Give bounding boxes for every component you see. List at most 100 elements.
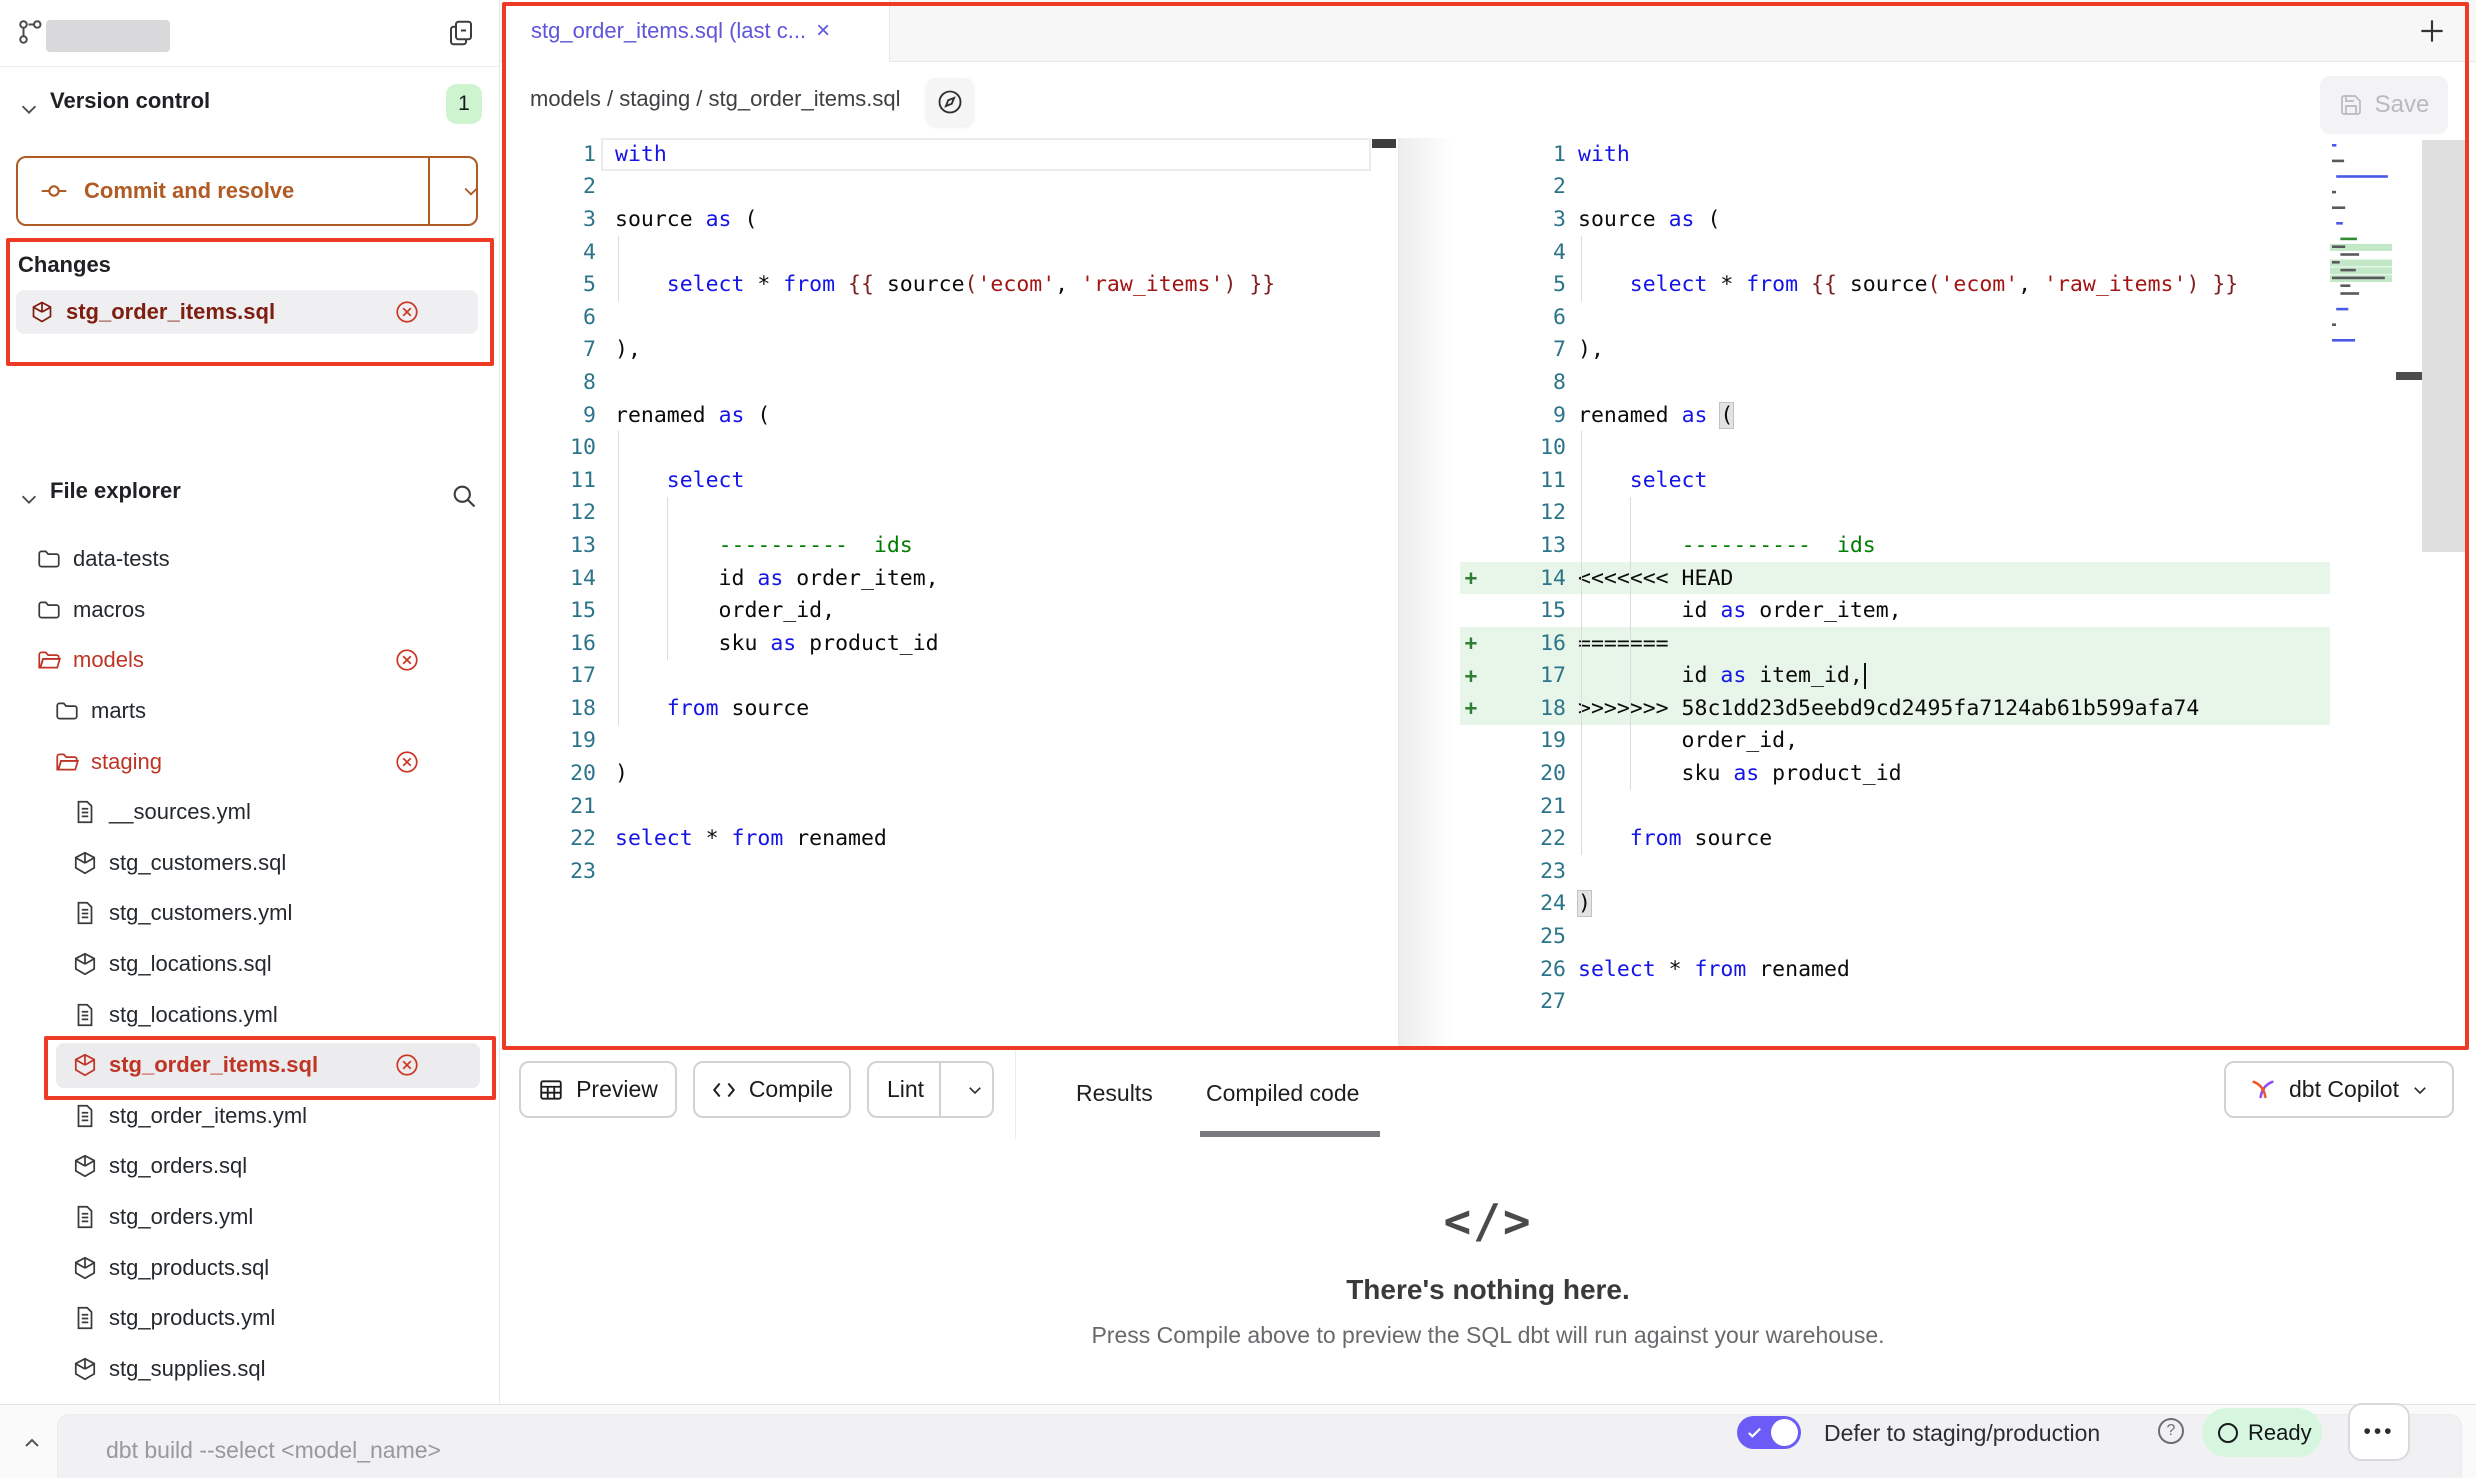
code-line-9[interactable]: 9renamed as ( bbox=[505, 399, 1398, 432]
save-button[interactable]: Save bbox=[2320, 76, 2448, 134]
file-row-stg_locations.yml[interactable]: stg_locations.yml bbox=[0, 989, 500, 1040]
lint-options-chevron-icon[interactable] bbox=[953, 1063, 997, 1116]
code-line-26[interactable]: 26select * from renamed bbox=[1460, 953, 2476, 986]
code-pane-right[interactable]: 1with23source as (45 select * from {{ so… bbox=[1460, 138, 2476, 1018]
code-line-6[interactable]: 6 bbox=[505, 301, 1398, 334]
code-line-16[interactable]: 16 sku as product_id bbox=[505, 627, 1398, 660]
lint-button[interactable]: Lint bbox=[867, 1061, 994, 1118]
file-row-stg_orders.yml[interactable]: stg_orders.yml bbox=[0, 1192, 500, 1243]
code-line-17[interactable]: 17 bbox=[505, 660, 1398, 693]
dbt-copilot-button[interactable]: dbt Copilot bbox=[2224, 1061, 2454, 1118]
discard-change-icon[interactable] bbox=[394, 647, 420, 673]
code-line-13[interactable]: 13 ---------- ids bbox=[1460, 529, 2476, 562]
file-row-stg_locations.sql[interactable]: stg_locations.sql bbox=[0, 939, 500, 990]
tab-stg-order-items[interactable]: stg_order_items.sql (last c... × bbox=[505, 0, 890, 62]
code-line-27[interactable]: 27 bbox=[1460, 985, 2476, 1018]
new-tab-plus-icon[interactable] bbox=[2416, 15, 2448, 47]
code-line-8[interactable]: 8 bbox=[505, 366, 1398, 399]
file-row-stg_products.sql[interactable]: stg_products.sql bbox=[0, 1242, 500, 1293]
chevron-up-icon[interactable] bbox=[20, 1431, 44, 1455]
tab-compiled-code[interactable]: Compiled code bbox=[1206, 1047, 1359, 1139]
file-row-models[interactable]: models bbox=[0, 635, 500, 686]
code-line-11[interactable]: 11 select bbox=[1460, 464, 2476, 497]
code-line-22[interactable]: 22 from source bbox=[1460, 822, 2476, 855]
code-line-1[interactable]: 1with bbox=[505, 138, 1398, 171]
file-row-stg_products.yml[interactable]: stg_products.yml bbox=[0, 1293, 500, 1344]
discard-change-icon[interactable] bbox=[394, 1052, 420, 1078]
code-line-13[interactable]: 13 ---------- ids bbox=[505, 529, 1398, 562]
preview-button[interactable]: Preview bbox=[519, 1061, 677, 1118]
changes-file-row[interactable]: stg_order_items.sql bbox=[16, 290, 478, 334]
code-line-5[interactable]: 5 select * from {{ source('ecom', 'raw_i… bbox=[1460, 268, 2476, 301]
code-line-7[interactable]: 7), bbox=[505, 334, 1398, 367]
code-line-1[interactable]: 1with bbox=[1460, 138, 2476, 171]
code-line-17[interactable]: +17 id as item_id, bbox=[1460, 660, 2476, 693]
code-line-20[interactable]: 20 sku as product_id bbox=[1460, 757, 2476, 790]
close-icon[interactable]: × bbox=[816, 17, 830, 45]
chevron-down-icon[interactable] bbox=[18, 488, 40, 510]
code-line-16[interactable]: +16======= bbox=[1460, 627, 2476, 660]
copy-files-icon[interactable] bbox=[446, 18, 476, 48]
file-row-data-tests[interactable]: data-tests bbox=[0, 534, 500, 585]
code-line-3[interactable]: 3source as ( bbox=[505, 203, 1398, 236]
code-line-11[interactable]: 11 select bbox=[505, 464, 1398, 497]
status-ready-badge[interactable]: Ready bbox=[2202, 1408, 2322, 1457]
code-line-2[interactable]: 2 bbox=[505, 171, 1398, 204]
code-line-4[interactable]: 4 bbox=[505, 236, 1398, 269]
file-row-macros[interactable]: macros bbox=[0, 585, 500, 636]
right-scrollbar-thumb[interactable] bbox=[2396, 372, 2422, 380]
left-scrollbar-thumb[interactable] bbox=[1372, 139, 1396, 148]
code-line-21[interactable]: 21 bbox=[505, 790, 1398, 823]
search-icon[interactable] bbox=[450, 482, 478, 510]
command-input[interactable]: dbt build --select <model_name> bbox=[57, 1414, 2462, 1478]
code-line-22[interactable]: 22select * from renamed bbox=[505, 822, 1398, 855]
file-row-stg_orders.sql[interactable]: stg_orders.sql bbox=[0, 1141, 500, 1192]
code-line-8[interactable]: 8 bbox=[1460, 366, 2476, 399]
code-line-5[interactable]: 5 select * from {{ source('ecom', 'raw_i… bbox=[505, 268, 1398, 301]
code-line-6[interactable]: 6 bbox=[1460, 301, 2476, 334]
code-line-10[interactable]: 10 bbox=[1460, 431, 2476, 464]
minimap[interactable] bbox=[2330, 142, 2394, 372]
code-line-14[interactable]: 14 id as order_item, bbox=[505, 562, 1398, 595]
tab-results[interactable]: Results bbox=[1076, 1047, 1153, 1139]
commit-and-resolve-button[interactable]: Commit and resolve bbox=[16, 156, 478, 226]
code-line-23[interactable]: 23 bbox=[505, 855, 1398, 888]
code-line-9[interactable]: 9renamed as ( bbox=[1460, 399, 2476, 432]
code-line-4[interactable]: 4 bbox=[1460, 236, 2476, 269]
code-line-15[interactable]: 15 order_id, bbox=[505, 594, 1398, 627]
file-explorer-title[interactable]: File explorer bbox=[50, 478, 181, 504]
code-pane-left[interactable]: 1with23source as (45 select * from {{ so… bbox=[505, 138, 1398, 888]
code-line-12[interactable]: 12 bbox=[505, 497, 1398, 530]
code-line-18[interactable]: +18>>>>>>> 58c1dd23d5eebd9cd2495fa7124ab… bbox=[1460, 692, 2476, 725]
code-line-18[interactable]: 18 from source bbox=[505, 692, 1398, 725]
defer-toggle[interactable] bbox=[1737, 1416, 1801, 1449]
code-line-24[interactable]: 24) bbox=[1460, 888, 2476, 921]
compile-button[interactable]: Compile bbox=[693, 1061, 851, 1118]
code-line-7[interactable]: 7), bbox=[1460, 334, 2476, 367]
code-line-19[interactable]: 19 bbox=[505, 725, 1398, 758]
more-options-button[interactable]: ••• bbox=[2348, 1403, 2410, 1461]
discard-change-icon[interactable] bbox=[394, 749, 420, 775]
file-row-stg_customers.sql[interactable]: stg_customers.sql bbox=[0, 838, 500, 889]
version-control-title[interactable]: Version control bbox=[50, 88, 210, 114]
file-row-stg_customers.yml[interactable]: stg_customers.yml bbox=[0, 888, 500, 939]
code-line-25[interactable]: 25 bbox=[1460, 920, 2476, 953]
code-line-10[interactable]: 10 bbox=[505, 431, 1398, 464]
code-line-19[interactable]: 19 order_id, bbox=[1460, 725, 2476, 758]
code-line-14[interactable]: +14<<<<<<< HEAD bbox=[1460, 562, 2476, 595]
file-row-marts[interactable]: marts bbox=[0, 686, 500, 737]
file-row-stg_order_items.sql[interactable]: stg_order_items.sql bbox=[0, 1040, 500, 1091]
file-row-__sources.yml[interactable]: __sources.yml bbox=[0, 787, 500, 838]
chevron-down-icon[interactable] bbox=[18, 98, 40, 120]
code-line-15[interactable]: 15 id as order_item, bbox=[1460, 594, 2476, 627]
discard-change-icon[interactable] bbox=[394, 299, 420, 325]
code-line-21[interactable]: 21 bbox=[1460, 790, 2476, 823]
minimap-slider[interactable] bbox=[2422, 140, 2468, 552]
file-row-staging[interactable]: staging bbox=[0, 736, 500, 787]
code-line-20[interactable]: 20) bbox=[505, 757, 1398, 790]
code-line-12[interactable]: 12 bbox=[1460, 497, 2476, 530]
file-row-stg_order_items.yml[interactable]: stg_order_items.yml bbox=[0, 1091, 500, 1142]
code-line-2[interactable]: 2 bbox=[1460, 171, 2476, 204]
code-line-3[interactable]: 3source as ( bbox=[1460, 203, 2476, 236]
help-icon[interactable]: ? bbox=[2158, 1418, 2184, 1444]
